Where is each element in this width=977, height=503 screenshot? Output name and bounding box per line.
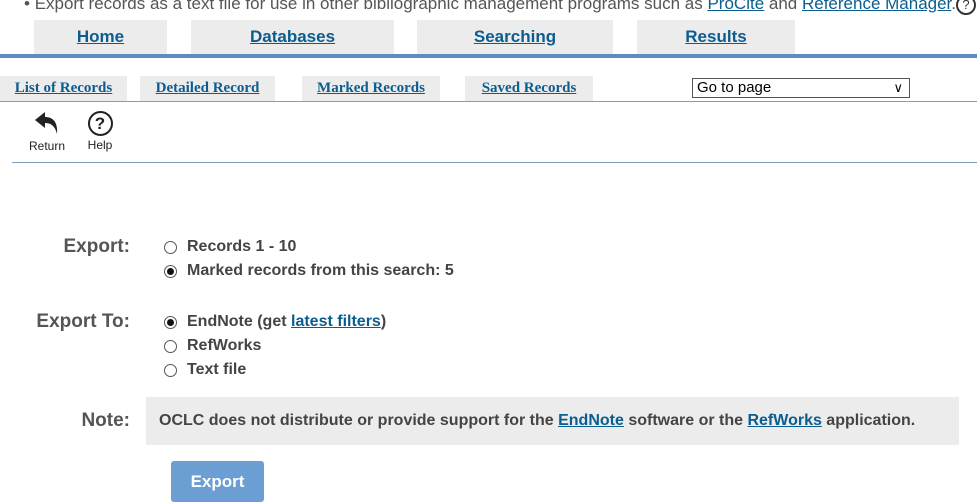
- help-circle-icon[interactable]: ?: [956, 0, 977, 15]
- records-1-10-label: Records 1 - 10: [187, 238, 297, 255]
- intro-and: and: [764, 0, 802, 13]
- return-label: Return: [28, 139, 66, 153]
- subtab-saved-link[interactable]: Saved Records: [482, 80, 577, 97]
- subtab-detailed-record[interactable]: Detailed Record: [140, 76, 275, 101]
- endnote-link[interactable]: EndNote: [558, 412, 624, 430]
- subtab-list-link[interactable]: List of Records: [15, 80, 113, 97]
- radio-refworks[interactable]: [164, 339, 177, 353]
- radio-records-1-10[interactable]: [164, 240, 177, 254]
- tab-home-link[interactable]: Home: [77, 27, 124, 47]
- refworks-link[interactable]: RefWorks: [747, 412, 821, 430]
- radio-marked-records[interactable]: [164, 264, 177, 278]
- tab-databases[interactable]: Databases: [191, 20, 394, 54]
- intro-text: • Export records as a text file for use …: [24, 0, 977, 15]
- refworks-label: RefWorks: [187, 337, 262, 354]
- records-1-10-option[interactable]: Records 1 - 10: [164, 238, 296, 256]
- help-button[interactable]: ? Help: [84, 110, 116, 152]
- subtab-list-of-records[interactable]: List of Records: [0, 76, 127, 101]
- refworks-option[interactable]: RefWorks: [164, 337, 261, 355]
- return-button[interactable]: Return: [26, 110, 68, 153]
- export-label: Export:: [63, 236, 131, 257]
- tab-databases-link[interactable]: Databases: [250, 27, 335, 47]
- tab-searching-link[interactable]: Searching: [474, 27, 556, 47]
- go-to-page-value: Go to page: [697, 79, 772, 96]
- return-arrow-icon: [35, 112, 58, 134]
- nav-divider: [0, 54, 977, 58]
- endnote-label: EndNote (get: [187, 313, 291, 330]
- chevron-down-icon: ∨: [893, 80, 903, 95]
- note-text-2: software or the: [623, 412, 748, 429]
- tab-results-link[interactable]: Results: [685, 27, 746, 47]
- export-to-label: Export To:: [36, 311, 130, 332]
- procite-link[interactable]: ProCite: [707, 0, 764, 13]
- radio-endnote[interactable]: [164, 315, 177, 329]
- subtab-detailed-link[interactable]: Detailed Record: [156, 80, 260, 97]
- radio-text-file[interactable]: [164, 363, 177, 377]
- text-file-label: Text file: [187, 361, 247, 378]
- help-label: Help: [87, 138, 113, 152]
- reference-manager-link[interactable]: Reference Manager: [802, 0, 951, 13]
- text-file-option[interactable]: Text file: [164, 361, 246, 379]
- note-text-1: OCLC does not distribute or provide supp…: [159, 412, 559, 429]
- tab-searching[interactable]: Searching: [417, 20, 613, 54]
- export-button[interactable]: Export: [171, 461, 264, 502]
- subnav-divider: [0, 101, 977, 102]
- endnote-option[interactable]: EndNote (get latest filters): [164, 313, 386, 331]
- go-to-page-select[interactable]: Go to page ∨: [692, 78, 910, 98]
- subtab-marked-link[interactable]: Marked Records: [317, 80, 425, 97]
- subtab-saved-records[interactable]: Saved Records: [465, 76, 593, 101]
- intro-body: Export records as a text file for use in…: [34, 0, 708, 13]
- note-text-3: application.: [821, 412, 916, 429]
- subtab-marked-records[interactable]: Marked Records: [302, 76, 440, 101]
- note-label: Note:: [81, 410, 130, 431]
- latest-filters-link[interactable]: latest filters: [291, 313, 381, 331]
- marked-records-label: Marked records from this search: 5: [187, 262, 454, 279]
- tab-results[interactable]: Results: [637, 20, 795, 54]
- note-box: OCLC does not distribute or provide supp…: [146, 397, 959, 445]
- toolbar-divider: [12, 162, 977, 163]
- tab-home[interactable]: Home: [34, 20, 167, 54]
- help-icon: ?: [87, 111, 113, 136]
- marked-records-option[interactable]: Marked records from this search: 5: [164, 262, 454, 280]
- endnote-close: ): [380, 313, 387, 330]
